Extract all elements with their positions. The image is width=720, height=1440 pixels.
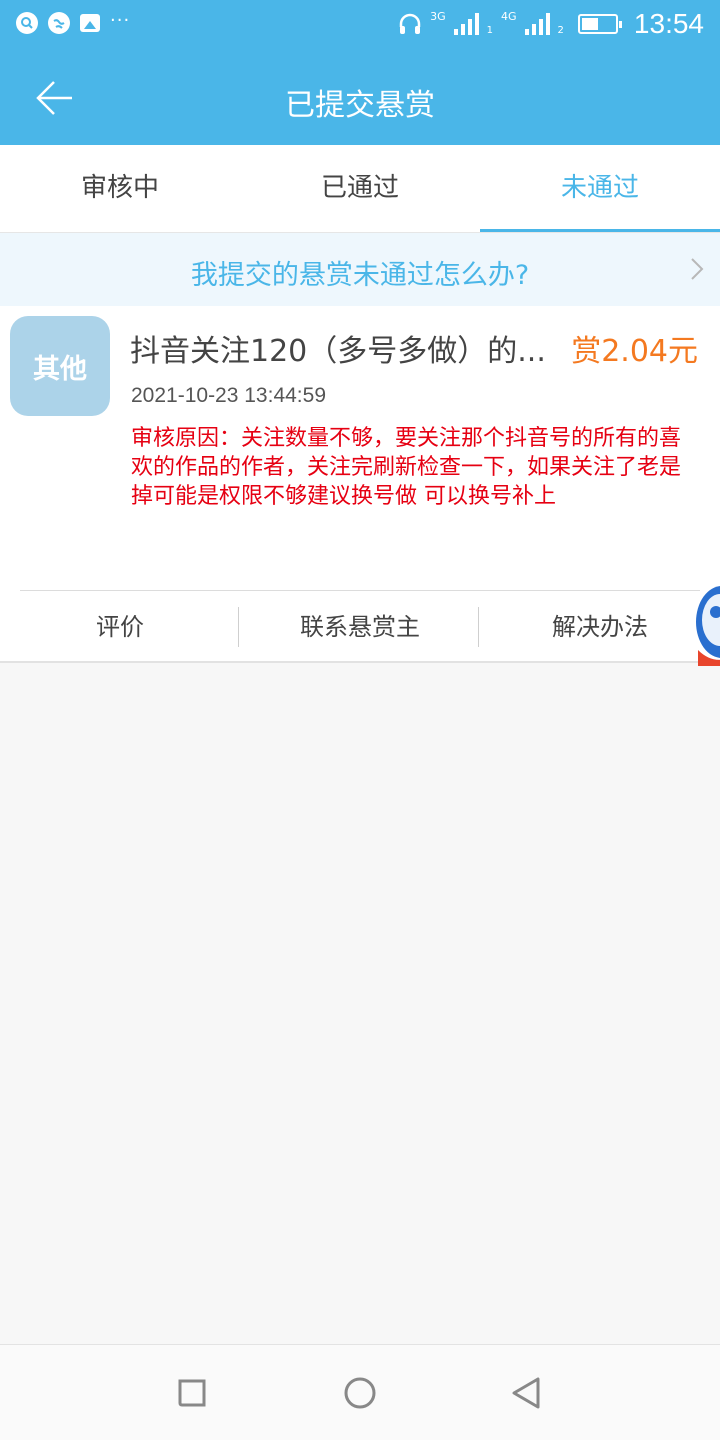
contact-poster-button[interactable]: 联系悬赏主 xyxy=(240,591,480,663)
title-bar: 已提交悬赏 xyxy=(0,50,720,145)
status-tabs: 审核中 已通过 未通过 xyxy=(0,145,720,232)
chevron-right-icon xyxy=(691,258,704,280)
task-title: 抖音关注120（多号多做）的... xyxy=(130,334,546,369)
sim-slot-2: 2 xyxy=(557,24,564,36)
tab-rejected[interactable]: 未通过 xyxy=(480,145,720,232)
home-icon[interactable] xyxy=(342,1375,378,1411)
help-banner-text: 我提交的悬赏未通过怎么办? xyxy=(190,260,530,291)
floating-assistant-icon[interactable] xyxy=(694,580,720,666)
review-button[interactable]: 评价 xyxy=(0,591,240,663)
category-badge: 其他 xyxy=(10,316,110,416)
network-type-1: 3G xyxy=(430,9,446,23)
headset-icon xyxy=(399,13,421,34)
rejection-reason: 审核原因：关注数量不够，要关注那个抖音号的所有的喜欢的作品的作者，关注完刷新检查… xyxy=(131,426,682,509)
page-title: 已提交悬赏 xyxy=(285,88,435,123)
tab-reviewing[interactable]: 审核中 xyxy=(0,145,240,232)
card-actions: 评价 联系悬赏主 解决办法 xyxy=(0,591,720,663)
tab-approved[interactable]: 已通过 xyxy=(240,145,480,232)
solution-button[interactable]: 解决办法 xyxy=(480,591,720,663)
system-nav-bar xyxy=(0,1344,720,1440)
action-divider xyxy=(478,607,479,647)
task-reward: 赏2.04元 xyxy=(571,334,698,369)
status-left-icons: ··· xyxy=(16,9,131,34)
sim-slot-1: 1 xyxy=(486,24,494,36)
task-card[interactable]: 其他 抖音关注120（多号多做）的... 赏2.04元 2021-10-23 1… xyxy=(0,306,720,663)
app-header: ··· 3G 1 4G 2 13:54 已提交悬赏 xyxy=(0,0,720,145)
task-time: 2021-10-23 13:44:59 xyxy=(131,384,326,407)
recent-apps-icon[interactable] xyxy=(174,1375,210,1411)
status-right-icons: 3G 1 4G 2 13:54 xyxy=(398,8,704,40)
back-triangle-icon[interactable] xyxy=(508,1375,544,1411)
search-app-icon xyxy=(16,12,38,34)
help-banner[interactable]: 我提交的悬赏未通过怎么办? xyxy=(0,233,720,306)
status-bar: ··· 3G 1 4G 2 13:54 xyxy=(0,0,720,50)
battery-icon xyxy=(577,14,622,34)
signal-icon-2 xyxy=(524,13,550,35)
image-icon xyxy=(80,14,100,32)
globe-icon xyxy=(48,12,70,34)
status-time: 13:54 xyxy=(633,8,704,39)
signal-icon xyxy=(453,13,479,35)
more-dots-icon: ··· xyxy=(110,9,131,31)
network-type-2: 4G xyxy=(501,9,517,23)
action-divider xyxy=(238,607,239,647)
